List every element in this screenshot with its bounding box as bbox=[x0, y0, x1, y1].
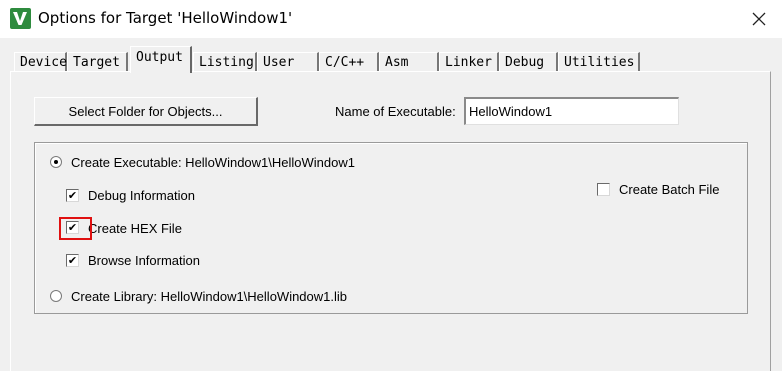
tab-linker[interactable]: Linker bbox=[439, 52, 499, 71]
tab-debug[interactable]: Debug bbox=[499, 52, 558, 71]
create-batch-checkbox[interactable] bbox=[597, 183, 610, 196]
create-hex-label: Create HEX File bbox=[88, 221, 182, 236]
tab-utilities[interactable]: Utilities bbox=[558, 52, 640, 71]
create-batch-label: Create Batch File bbox=[619, 182, 720, 197]
window-title: Options for Target 'HelloWindow1' bbox=[38, 9, 293, 27]
tab-user[interactable]: User bbox=[257, 52, 319, 71]
tab-device[interactable]: Device bbox=[14, 52, 67, 71]
debug-info-label: Debug Information bbox=[88, 188, 195, 203]
executable-name-field[interactable] bbox=[464, 97, 679, 125]
create-library-radio[interactable] bbox=[50, 290, 62, 302]
tab-asm[interactable]: Asm bbox=[379, 52, 439, 71]
debug-info-checkbox[interactable]: ✔ bbox=[66, 189, 79, 202]
tab-output[interactable]: Output bbox=[130, 46, 192, 73]
browse-info-checkbox[interactable]: ✔ bbox=[66, 254, 79, 267]
tab-listing[interactable]: Listing bbox=[193, 52, 257, 71]
browse-info-label: Browse Information bbox=[88, 253, 200, 268]
close-icon bbox=[752, 12, 766, 26]
create-executable-radio[interactable] bbox=[50, 156, 62, 168]
executable-name-label: Name of Executable: bbox=[335, 104, 456, 119]
create-executable-label: Create Executable: HelloWindow1\HelloWin… bbox=[71, 155, 355, 170]
tab-c-cpp[interactable]: C/C++ bbox=[319, 52, 379, 71]
close-button[interactable] bbox=[736, 0, 782, 38]
highlight-box bbox=[59, 217, 92, 240]
tab-strip: Device Target Output Listing User C/C++ … bbox=[0, 38, 782, 73]
uvision-app-icon bbox=[10, 8, 31, 29]
select-folder-button[interactable]: Select Folder for Objects... bbox=[34, 97, 258, 126]
tab-target[interactable]: Target bbox=[67, 52, 128, 71]
title-bar: Options for Target 'HelloWindow1' bbox=[0, 0, 782, 38]
create-library-label: Create Library: HelloWindow1\HelloWindow… bbox=[71, 289, 348, 304]
